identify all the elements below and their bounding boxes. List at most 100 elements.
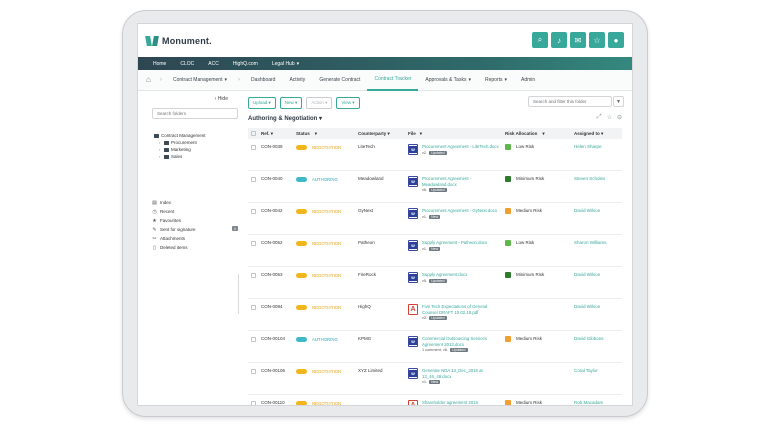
row-checkbox[interactable]: [251, 145, 256, 150]
status-cell: AUTHORING: [296, 171, 358, 182]
header-file[interactable]: File ▾: [408, 131, 505, 137]
view-button[interactable]: View ▾: [336, 97, 360, 109]
file-link[interactable]: Procurement Agreement - GyNext.docx: [422, 208, 497, 214]
table-row[interactable]: CON-00110 NEGOTIATION Shareholder agreemen…: [248, 395, 622, 405]
file-link[interactable]: Five Tech Expectations of General Counse…: [422, 304, 502, 315]
star-icon[interactable]: ☆: [589, 32, 605, 48]
sidebar-item-favourites[interactable]: ★ Favourites: [152, 216, 238, 225]
sidebar-item-sent-for-signature[interactable]: ✎ Sent for signature 4: [152, 225, 238, 234]
tree-item-sales[interactable]: › Sales: [154, 153, 206, 160]
row-checkbox[interactable]: [251, 177, 256, 182]
nav-item-cloc[interactable]: CLOC: [173, 61, 201, 67]
tree-item-root[interactable]: Contract Management: [154, 132, 206, 139]
file-link[interactable]: Supply Agreement.docx: [422, 272, 467, 278]
folder-search-input[interactable]: [152, 108, 238, 119]
mail-icon[interactable]: ✉: [570, 32, 586, 48]
settings-icon[interactable]: ⊖: [617, 114, 622, 121]
tree-item-marketing[interactable]: › Marketing: [154, 146, 206, 153]
list-icon: ▤: [152, 199, 157, 206]
sidebar-item-attachments[interactable]: ✂ Attachments: [152, 234, 238, 243]
table-row[interactable]: CON-0040 AUTHORING Meadowland Procurement A…: [248, 171, 622, 203]
row-checkbox[interactable]: [251, 401, 256, 405]
risk-cell: [505, 363, 574, 368]
chevron-right-icon[interactable]: ›: [159, 140, 162, 145]
assignee-link[interactable]: Rob Macadam: [574, 395, 622, 405]
table-row[interactable]: CON-00106 NEGOTIATION XYZ Limited Generate …: [248, 363, 622, 395]
header-risk[interactable]: Risk Allocation ▾: [505, 131, 574, 137]
table-row[interactable]: CON-0042 NEGOTIATION GyNext Procurement Agr…: [248, 203, 622, 235]
folder-title[interactable]: Authoring & Negotiation ▾: [248, 115, 322, 122]
bell-icon[interactable]: ♪: [551, 32, 567, 48]
logo[interactable]: Monument.: [146, 35, 212, 47]
row-checkbox[interactable]: [251, 241, 256, 246]
select-all-checkbox[interactable]: [251, 131, 256, 136]
file-link[interactable]: Procurement Agreement - Meadowland.docx: [422, 176, 502, 187]
sidebar-item-index[interactable]: ▤ Index: [152, 198, 238, 207]
file-link[interactable]: Generate NDA 13_Dec_2018 at 13_46_49.doc…: [422, 368, 502, 379]
file-link[interactable]: Supply Agreement - Patheon.docx: [422, 240, 487, 246]
assignee-link[interactable]: David Wilson: [574, 267, 622, 277]
status-cell: NEGOTIATION: [296, 363, 358, 374]
file-meta: Generate NDA 13_Dec_2018 at 13_46_49.doc…: [422, 368, 502, 385]
nav-item-highq-com[interactable]: HighQ.com: [226, 61, 265, 67]
header-ref[interactable]: Ref. ▾: [261, 131, 296, 137]
file-link[interactable]: Procurement Agreement - LiteTech.docx: [422, 144, 499, 150]
sidebar-item-deleted-items[interactable]: ▯ Deleted items: [152, 243, 238, 252]
file-cell: Procurement Agreement - LiteTech.docxv2.…: [408, 139, 505, 155]
tab-activity[interactable]: Activity: [282, 70, 312, 91]
hide-sidebar-button[interactable]: ‹ Hide: [215, 96, 228, 102]
table-row[interactable]: CON-0094 NEGOTIATION HighQ Five Tech Expect…: [248, 299, 622, 331]
header-status[interactable]: Status ▾: [296, 131, 358, 137]
breadcrumb-contract-management[interactable]: Contract Management ▾: [166, 70, 234, 91]
header-counterparty[interactable]: Counterparty ▾: [358, 131, 408, 137]
tab-contract-tracker[interactable]: Contract Tracker: [367, 70, 419, 91]
sidebar-item-recent[interactable]: ◷ Recent: [152, 207, 238, 216]
assignee-link[interactable]: Helen Sharpe: [574, 139, 622, 149]
assignee-link[interactable]: Steven Scholes: [574, 171, 622, 181]
nav-item-acc[interactable]: ACC: [201, 61, 226, 67]
row-checkbox[interactable]: [251, 369, 256, 374]
file-link[interactable]: Commercial Outsourcing Services Agreemen…: [422, 336, 502, 347]
user-icon[interactable]: ●: [608, 32, 624, 48]
upload-button[interactable]: Upload ▾: [248, 97, 276, 109]
version-label: v1.: [422, 214, 428, 219]
table-row[interactable]: CON-00104 AUTHORING KPMG Commercial Outsour…: [248, 331, 622, 363]
file-version: v1. New: [422, 246, 487, 251]
filter-icon[interactable]: ▼: [613, 96, 624, 107]
row-checkbox[interactable]: [251, 337, 256, 342]
chevron-right-icon[interactable]: ›: [159, 154, 162, 159]
folder-filter-input[interactable]: [528, 96, 612, 107]
assignee-link[interactable]: David Wilson: [574, 203, 622, 213]
file-link[interactable]: Shareholder agreement 2018 (executed).pd…: [422, 400, 502, 405]
tab-generate-contract[interactable]: Generate Contract: [312, 70, 367, 91]
table-row[interactable]: CON-0052 NEGOTIATION Patheon Supply Agreeme…: [248, 235, 622, 267]
nav-item-label: CLOC: [180, 60, 195, 67]
tree-item-procurement[interactable]: › Procurement: [154, 139, 206, 146]
home-icon[interactable]: ⌂: [146, 76, 156, 84]
sidebar-scrollbar[interactable]: [238, 274, 239, 314]
header-assigned[interactable]: Assigned to ▾: [574, 131, 622, 137]
top-icon-group: ⌕ ♪ ✉ ☆ ●: [532, 32, 624, 48]
expand-icon[interactable]: ⤢: [597, 114, 602, 121]
tab-reports[interactable]: Reports ▾: [478, 70, 514, 91]
nav-item-legal-hub[interactable]: Legal Hub ▾: [265, 61, 306, 67]
tab-admin[interactable]: Admin: [514, 70, 542, 91]
assignee-link[interactable]: Sharon Williams: [574, 235, 622, 245]
table-row[interactable]: CON-0053 NEGOTIATION FireRock Supply Agreem…: [248, 267, 622, 299]
assignee-link[interactable]: Coral Taylor: [574, 363, 622, 373]
new-button[interactable]: New ▾: [279, 97, 303, 109]
star-outline-icon[interactable]: ☆: [607, 114, 612, 121]
action-button[interactable]: Action ▾: [306, 97, 333, 109]
assignee-link[interactable]: David Wilson: [574, 299, 622, 309]
tab-approvals-tasks[interactable]: Approvals & Tasks ▾: [418, 70, 478, 91]
tab-dashboard[interactable]: Dashboard: [244, 70, 282, 91]
chevron-right-icon[interactable]: ›: [159, 147, 162, 152]
nav-item-home[interactable]: Home: [146, 61, 173, 67]
risk-cell: Low Risk: [505, 235, 574, 246]
table-row[interactable]: CON-0039 NEGOTIATION LiteTech Procurement A…: [248, 139, 622, 171]
assignee-link[interactable]: David Gibbons: [574, 331, 622, 341]
row-checkbox[interactable]: [251, 209, 256, 214]
row-checkbox[interactable]: [251, 273, 256, 278]
search-icon[interactable]: ⌕: [532, 32, 548, 48]
row-checkbox[interactable]: [251, 305, 256, 310]
